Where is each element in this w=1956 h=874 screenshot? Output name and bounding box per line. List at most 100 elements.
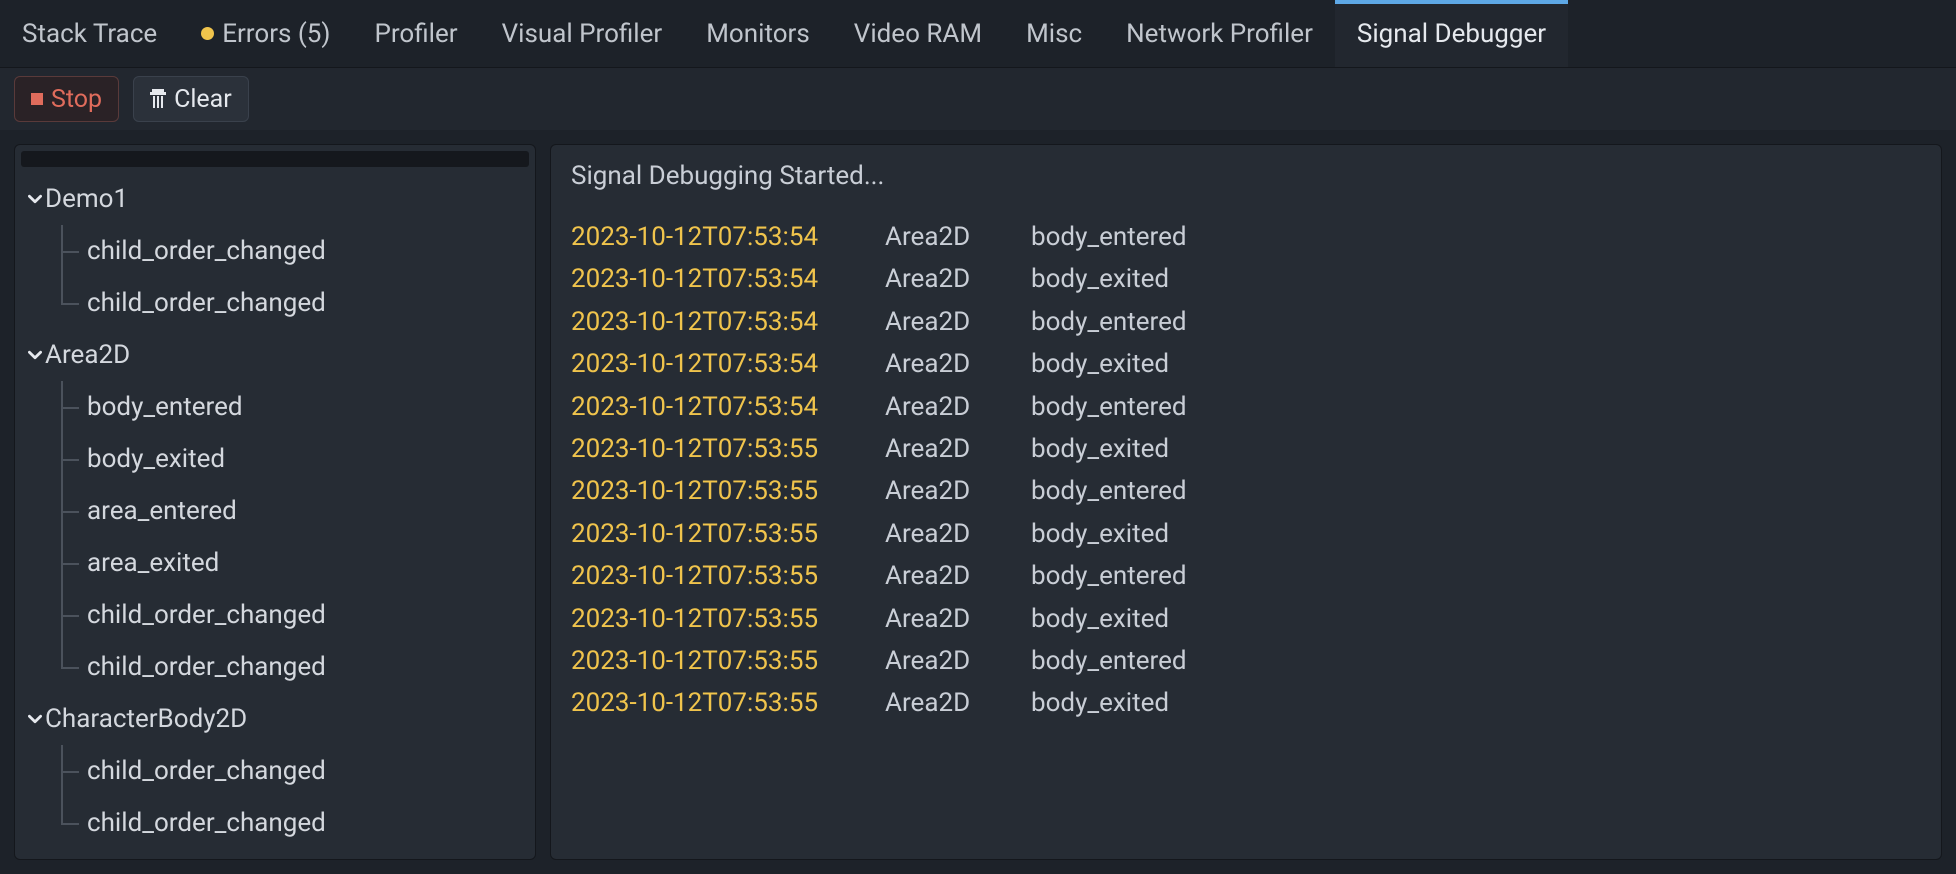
body-row: Demo1 child_order_changed child_order_chan… bbox=[0, 130, 1956, 874]
debugger-root: Stack Trace Errors (5) Profiler Visual Prof… bbox=[0, 0, 1956, 874]
signal-log-panel: Signal Debugging Started... 2023-10-12T0… bbox=[550, 144, 1942, 860]
tree-branch-icon bbox=[51, 225, 87, 277]
tree-signal-item[interactable]: child_order_changed bbox=[25, 277, 525, 329]
tree-signal-label: child_order_changed bbox=[87, 808, 326, 838]
tab-monitors[interactable]: Monitors bbox=[684, 0, 832, 67]
tree-branch-icon bbox=[51, 433, 87, 485]
log-signal: body_entered bbox=[1031, 643, 1187, 679]
tree-node-label: CharacterBody2D bbox=[45, 704, 247, 734]
log-rows: 2023-10-12T07:53:54Area2Dbody_entered202… bbox=[571, 219, 1921, 722]
log-row: 2023-10-12T07:53:55 Area2D body_exited bbox=[571, 516, 1921, 552]
tree-signal-item[interactable]: area_exited bbox=[25, 537, 525, 589]
stop-button[interactable]: Stop bbox=[14, 76, 119, 122]
tree-node-demo1[interactable]: Demo1 bbox=[25, 173, 525, 225]
log-row: 2023-10-12T07:53:54Area2Dbody_exited bbox=[571, 261, 1921, 297]
tree-signal-label: child_order_changed bbox=[87, 236, 326, 266]
log-timestamp: 2023-10-12T07:53:55 bbox=[571, 516, 851, 552]
tree-signal-item[interactable]: body_entered bbox=[25, 381, 525, 433]
tab-profiler[interactable]: Profiler bbox=[352, 0, 479, 67]
tab-label: Misc bbox=[1026, 19, 1082, 49]
log-row: 2023-10-12T07:53:54 Area2D body_entered bbox=[571, 219, 1921, 255]
tree-branch-icon bbox=[51, 381, 87, 433]
log-timestamp: 2023-10-12T07:53:55 bbox=[571, 473, 851, 509]
tree-signal-item[interactable]: child_order_changed bbox=[25, 797, 525, 849]
log-source: Area2D bbox=[885, 601, 997, 637]
log-signal: body_exited bbox=[1031, 346, 1169, 382]
log-signal: body_exited bbox=[1031, 516, 1169, 552]
tab-label: Stack Trace bbox=[22, 19, 157, 49]
stop-button-label: Stop bbox=[51, 85, 102, 114]
log-source: Area2D bbox=[885, 473, 997, 509]
tree-node-label: Area2D bbox=[45, 340, 130, 370]
tab-signal-debugger[interactable]: Signal Debugger bbox=[1335, 0, 1568, 67]
log-signal: body_entered bbox=[1031, 389, 1187, 425]
log-source: Area2D bbox=[885, 346, 997, 382]
log-timestamp: 2023-10-12T07:53:54 bbox=[571, 346, 851, 382]
tab-visual-profiler[interactable]: Visual Profiler bbox=[480, 0, 685, 67]
log-timestamp: 2023-10-12T07:53:55 bbox=[571, 601, 851, 637]
log-signal: body_exited bbox=[1031, 261, 1169, 297]
log-row: 2023-10-12T07:53:55 Area2D body_entered bbox=[571, 473, 1921, 509]
signal-tree-panel: Demo1 child_order_changed child_order_chan… bbox=[14, 144, 536, 860]
tab-video-ram[interactable]: Video RAM bbox=[832, 0, 1004, 67]
log-row: 2023-10-12T07:53:54Area2Dbody_entered bbox=[571, 389, 1921, 425]
tree-signal-item[interactable]: child_order_changed bbox=[25, 641, 525, 693]
log-source: Area2D bbox=[885, 219, 997, 255]
log-source: Area2D bbox=[885, 643, 997, 679]
tree-signal-item[interactable]: child_order_changed bbox=[25, 589, 525, 641]
tree-signal-label: child_order_changed bbox=[87, 756, 326, 786]
tree-signal-label: child_order_changed bbox=[87, 288, 326, 318]
tab-label: Profiler bbox=[374, 19, 457, 49]
tree-branch-icon bbox=[51, 589, 87, 641]
tree-header-strip bbox=[21, 151, 529, 167]
log-timestamp: 2023-10-12T07:53:55 bbox=[571, 431, 851, 467]
log-timestamp: 2023-10-12T07:53:55 bbox=[571, 558, 851, 594]
tree-signal-label: child_order_changed bbox=[87, 652, 326, 682]
tab-bar: Stack Trace Errors (5) Profiler Visual Prof… bbox=[0, 0, 1956, 68]
log-signal: body_entered bbox=[1031, 219, 1187, 255]
tree-signal-label: child_order_changed bbox=[87, 600, 326, 630]
tab-label: Monitors bbox=[706, 19, 810, 49]
tree-branch-icon bbox=[51, 641, 87, 693]
tab-label: Network Profiler bbox=[1126, 19, 1313, 49]
tab-errors-5[interactable]: Errors (5) bbox=[179, 0, 352, 67]
tree-signal-item[interactable]: area_entered bbox=[25, 485, 525, 537]
clear-button-label: Clear bbox=[174, 85, 232, 114]
tree-signal-item[interactable]: body_exited bbox=[25, 433, 525, 485]
log-row: 2023-10-12T07:53:55Area2Dbody_exited bbox=[571, 685, 1921, 721]
log-row: 2023-10-12T07:53:55Area2Dbody_exited bbox=[571, 431, 1921, 467]
log-source: Area2D bbox=[885, 304, 997, 340]
log-row: 2023-10-12T07:53:54 Area2D body_exited bbox=[571, 346, 1921, 382]
log-source: Area2D bbox=[885, 558, 997, 594]
tree-branch-icon bbox=[51, 745, 87, 797]
log-timestamp: 2023-10-12T07:53:54 bbox=[571, 219, 851, 255]
log-source: Area2D bbox=[885, 685, 997, 721]
clear-icon bbox=[150, 89, 166, 109]
tree-node-area2d[interactable]: Area2D bbox=[25, 329, 525, 381]
tree-signal-item[interactable]: child_order_changed bbox=[25, 225, 525, 277]
stop-icon bbox=[31, 93, 43, 105]
signal-tree: Demo1 child_order_changed child_order_chan… bbox=[15, 171, 535, 859]
log-timestamp: 2023-10-12T07:53:55 bbox=[571, 643, 851, 679]
log-source: Area2D bbox=[885, 516, 997, 552]
tree-branch-icon bbox=[51, 797, 87, 849]
tree-signal-item[interactable]: child_order_changed bbox=[25, 745, 525, 797]
chevron-down-icon bbox=[25, 192, 45, 206]
tree-node-characterbody2d[interactable]: CharacterBody2D bbox=[25, 693, 525, 745]
tab-label: Signal Debugger bbox=[1357, 19, 1546, 49]
log-timestamp: 2023-10-12T07:53:54 bbox=[571, 304, 851, 340]
log-signal: body_exited bbox=[1031, 431, 1169, 467]
log-timestamp: 2023-10-12T07:53:54 bbox=[571, 261, 851, 297]
tree-signal-label: body_entered bbox=[87, 392, 243, 422]
chevron-down-icon bbox=[25, 712, 45, 726]
tab-network-profiler[interactable]: Network Profiler bbox=[1104, 0, 1335, 67]
log-signal: body_entered bbox=[1031, 473, 1187, 509]
log-row: 2023-10-12T07:53:55Area2Dbody_entered bbox=[571, 558, 1921, 594]
tab-stack-trace[interactable]: Stack Trace bbox=[0, 0, 179, 67]
tab-misc[interactable]: Misc bbox=[1004, 0, 1104, 67]
tree-node-label: Demo1 bbox=[45, 184, 128, 214]
clear-button[interactable]: Clear bbox=[133, 76, 249, 122]
tree-branch-icon bbox=[51, 277, 87, 329]
log-timestamp: 2023-10-12T07:53:55 bbox=[571, 685, 851, 721]
log-signal: body_entered bbox=[1031, 304, 1187, 340]
